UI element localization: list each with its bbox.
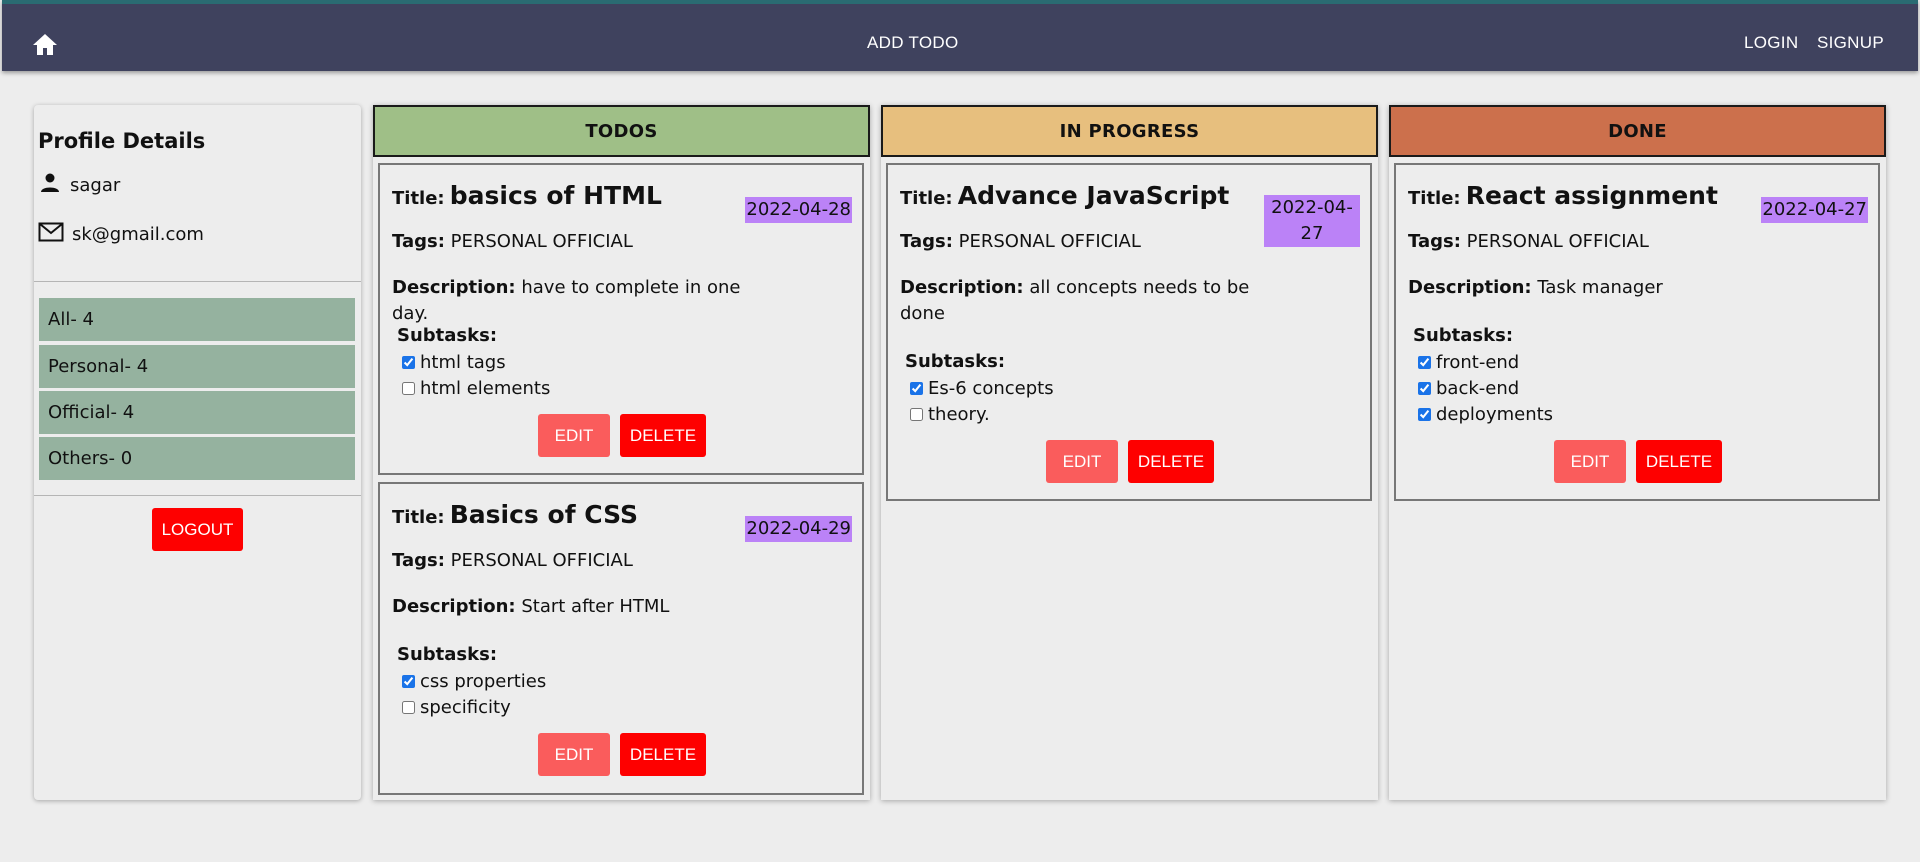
task-card: Title: Advance JavaScript 2022-04-27 Tag… (886, 163, 1372, 501)
edit-button[interactable]: EDIT (1046, 440, 1118, 483)
subtasks-label: Subtasks: (397, 644, 498, 665)
column-header-in-progress: IN PROGRESS (881, 105, 1378, 157)
divider (34, 495, 361, 496)
edit-button[interactable]: EDIT (1554, 440, 1626, 483)
subtask-item[interactable]: theory. (910, 401, 990, 427)
subtask-checkbox[interactable] (1418, 381, 1431, 395)
subtask-checkbox[interactable] (402, 674, 415, 688)
task-tags: PERSONAL OFFICIAL (1466, 231, 1649, 252)
tags-label: Tags: (900, 231, 953, 252)
due-date-badge: 2022-04-28 (745, 197, 852, 223)
task-tags: PERSONAL OFFICIAL (450, 550, 633, 571)
subtask-item[interactable]: back-end (1418, 375, 1519, 401)
subtask-item[interactable]: specificity (402, 694, 511, 720)
title-label: Title: (1408, 188, 1461, 209)
task-tags: PERSONAL OFFICIAL (958, 231, 1141, 252)
task-card: Title: basics of HTML 2022-04-28 Tags: P… (378, 163, 864, 475)
subtask-item[interactable]: css properties (402, 668, 546, 694)
profile-username: sagar (70, 174, 121, 196)
signup-link[interactable]: SIGNUP (1817, 33, 1884, 53)
column-in-progress: IN PROGRESS Title: Advance JavaScript 20… (881, 105, 1378, 800)
subtask-checkbox[interactable] (910, 381, 923, 395)
delete-button[interactable]: DELETE (620, 733, 706, 776)
subtasks-label: Subtasks: (1413, 325, 1514, 346)
task-card: Title: React assignment 2022-04-27 Tags:… (1394, 163, 1880, 501)
subtask-item[interactable]: front-end (1418, 349, 1519, 375)
task-title: Advance JavaScript (957, 181, 1230, 210)
description-label: Description: (392, 277, 516, 298)
profile-heading: Profile Details (38, 129, 206, 153)
subtask-checkbox[interactable] (1418, 355, 1431, 369)
subtask-item[interactable]: html elements (402, 375, 550, 401)
task-card: Title: Basics of CSS 2022-04-29 Tags: PE… (378, 482, 864, 795)
task-tags: PERSONAL OFFICIAL (450, 231, 633, 252)
subtask-checkbox[interactable] (910, 407, 923, 421)
description-label: Description: (1408, 277, 1532, 298)
profile-email-row: sk@gmail.com (38, 220, 204, 248)
title-label: Title: (392, 507, 445, 528)
divider (34, 281, 361, 282)
task-description: Task manager (1537, 277, 1663, 298)
title-label: Title: (392, 188, 445, 209)
subtask-checkbox[interactable] (1418, 407, 1431, 421)
tags-label: Tags: (392, 550, 445, 571)
filter-all[interactable]: All- 4 (39, 298, 355, 341)
filter-others[interactable]: Others- 0 (39, 437, 355, 480)
home-icon[interactable] (32, 32, 58, 56)
profile-user-row: sagar (38, 171, 120, 199)
delete-button[interactable]: DELETE (1636, 440, 1722, 483)
tags-label: Tags: (1408, 231, 1461, 252)
logout-button[interactable]: LOGOUT (152, 508, 243, 551)
subtasks-label: Subtasks: (905, 351, 1006, 372)
login-link[interactable]: LOGIN (1744, 33, 1798, 53)
task-title: basics of HTML (449, 181, 662, 210)
profile-email: sk@gmail.com (72, 223, 204, 245)
delete-button[interactable]: DELETE (620, 414, 706, 457)
tags-label: Tags: (392, 231, 445, 252)
edit-button[interactable]: EDIT (538, 733, 610, 776)
profile-sidebar: Profile Details sagar sk@gmail.com All- … (34, 105, 361, 800)
filter-personal[interactable]: Personal- 4 (39, 345, 355, 388)
subtask-checkbox[interactable] (402, 700, 415, 714)
column-done: DONE Title: React assignment 2022-04-27 … (1389, 105, 1886, 800)
due-date-badge: 2022-04-29 (745, 516, 852, 542)
task-description: Start after HTML (521, 596, 670, 617)
add-todo-link[interactable]: ADD TODO (867, 33, 959, 53)
subtask-item[interactable]: Es-6 concepts (910, 375, 1054, 401)
column-todos: TODOS Title: basics of HTML 2022-04-28 T… (373, 105, 870, 800)
due-date-badge: 2022-04-27 (1761, 197, 1868, 223)
subtask-checkbox[interactable] (402, 355, 415, 369)
delete-button[interactable]: DELETE (1128, 440, 1214, 483)
subtask-item[interactable]: html tags (402, 349, 506, 375)
due-date-badge: 2022-04-27 (1264, 195, 1360, 247)
subtask-item[interactable]: deployments (1418, 401, 1553, 427)
column-header-done: DONE (1389, 105, 1886, 157)
column-header-todos: TODOS (373, 105, 870, 157)
filter-official[interactable]: Official- 4 (39, 391, 355, 434)
task-title: React assignment (1465, 181, 1718, 210)
description-label: Description: (900, 277, 1024, 298)
top-navbar: ADD TODO LOGIN SIGNUP (2, 0, 1918, 71)
subtask-checkbox[interactable] (402, 381, 415, 395)
title-label: Title: (900, 188, 953, 209)
edit-button[interactable]: EDIT (538, 414, 610, 457)
task-title: Basics of CSS (449, 500, 638, 529)
person-icon (38, 171, 70, 200)
mail-icon (38, 221, 72, 248)
subtasks-label: Subtasks: (397, 325, 498, 346)
description-label: Description: (392, 596, 516, 617)
